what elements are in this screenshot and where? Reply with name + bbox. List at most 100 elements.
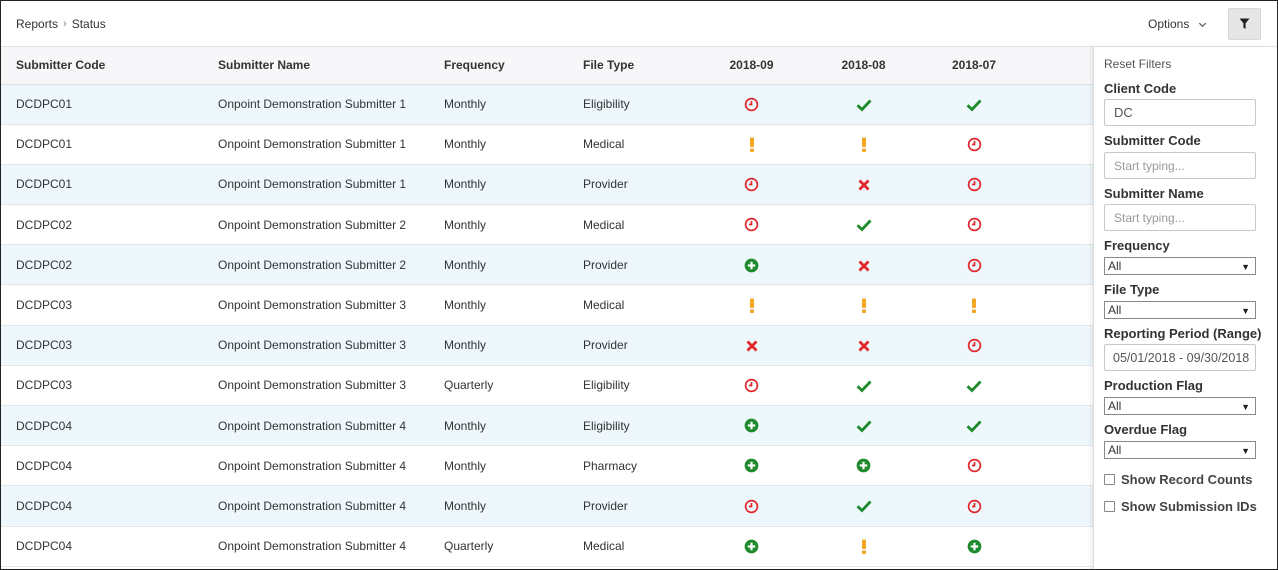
status-cell[interactable]: [917, 365, 1031, 407]
cell-file-type: Provider: [568, 325, 693, 366]
status-cell[interactable]: [1031, 325, 1093, 366]
status-cell[interactable]: [810, 325, 917, 366]
status-cell[interactable]: [810, 485, 917, 527]
status-cell[interactable]: [693, 405, 810, 447]
production-flag-select[interactable]: All ▼: [1104, 397, 1256, 415]
status-cell[interactable]: [1031, 204, 1093, 246]
table-row[interactable]: DCDPC01 Onpoint Demonstration Submitter 1…: [1, 84, 1093, 125]
table-row[interactable]: DCDPC04 Onpoint Demonstration Submitter 4…: [1, 485, 1093, 527]
show-record-counts-checkbox[interactable]: [1104, 474, 1115, 485]
status-cell[interactable]: [917, 325, 1031, 366]
table-row[interactable]: DCDPC02 Onpoint Demonstration Submitter 2…: [1, 204, 1093, 246]
status-cell[interactable]: [1031, 365, 1093, 407]
status-cell[interactable]: [917, 124, 1031, 165]
table-row[interactable]: DCDPC03 Onpoint Demonstration Submitter 3…: [1, 325, 1093, 366]
options-dropdown[interactable]: Options: [1148, 17, 1207, 31]
column-header[interactable]: 2018-09: [693, 47, 810, 85]
status-cell[interactable]: [917, 405, 1031, 447]
column-header[interactable]: Submitter Code: [1, 47, 203, 85]
status-cell[interactable]: [917, 445, 1031, 487]
status-cell[interactable]: [810, 84, 917, 125]
status-cell[interactable]: [917, 84, 1031, 125]
status-cell[interactable]: [810, 244, 917, 286]
column-header[interactable]: 2018-06: [1031, 47, 1093, 85]
cell-code: DCDPC04: [1, 445, 203, 487]
cell-code: DCDPC03: [1, 365, 203, 407]
status-cell[interactable]: [917, 485, 1031, 527]
reporting-period-input[interactable]: [1104, 344, 1256, 371]
reporting-period-label: Reporting Period (Range): [1104, 326, 1262, 341]
status-cell[interactable]: [810, 365, 917, 407]
cell-frequency: Monthly: [429, 204, 568, 246]
table-row[interactable]: DCDPC04 Onpoint Demonstration Submitter 4…: [1, 405, 1093, 447]
breadcrumb-separator: ›: [63, 18, 67, 30]
status-cell[interactable]: [810, 445, 917, 487]
status-cell[interactable]: [693, 365, 810, 407]
status-cell[interactable]: [693, 284, 810, 326]
show-submission-ids-label[interactable]: Show Submission IDs: [1121, 499, 1257, 514]
table-row[interactable]: DCDPC04 Onpoint Demonstration Submitter 4…: [1, 526, 1093, 567]
submitter-name-input[interactable]: [1104, 204, 1256, 231]
status-cell[interactable]: [810, 526, 917, 567]
status-cell[interactable]: [693, 244, 810, 286]
table-row[interactable]: DCDPC01 Onpoint Demonstration Submitter 1…: [1, 164, 1093, 206]
cell-frequency: Monthly: [429, 485, 568, 527]
status-cell[interactable]: [1031, 164, 1093, 206]
column-header[interactable]: 2018-07: [917, 47, 1031, 85]
overdue-flag-select[interactable]: All ▼: [1104, 441, 1256, 459]
column-header[interactable]: Submitter Name: [203, 47, 429, 85]
column-header[interactable]: Frequency: [429, 47, 568, 85]
column-header[interactable]: 2018-08: [810, 47, 917, 85]
status-cell[interactable]: [1031, 445, 1093, 487]
cell-name: Onpoint Demonstration Submitter 3: [203, 325, 429, 366]
frequency-select[interactable]: All ▼: [1104, 257, 1256, 275]
table-row[interactable]: DCDPC01 Onpoint Demonstration Submitter 1…: [1, 124, 1093, 165]
status-cell[interactable]: [693, 204, 810, 246]
status-cell[interactable]: [1031, 244, 1093, 286]
breadcrumb-reports[interactable]: Reports: [16, 17, 58, 31]
status-cell[interactable]: [1031, 405, 1093, 447]
status-cell[interactable]: [693, 485, 810, 527]
status-cell[interactable]: [810, 284, 917, 326]
status-cell[interactable]: [810, 204, 917, 246]
status-table-container[interactable]: Submitter Code Submitter Name Frequency Fil…: [1, 47, 1093, 569]
status-cell[interactable]: [693, 526, 810, 567]
status-cell[interactable]: [693, 124, 810, 165]
frequency-label: Frequency: [1104, 238, 1170, 253]
reset-filters-link[interactable]: Reset Filters: [1104, 57, 1171, 71]
status-cell[interactable]: [917, 284, 1031, 326]
check-icon: [966, 99, 982, 111]
status-cell[interactable]: [810, 124, 917, 165]
status-cell[interactable]: [810, 405, 917, 447]
status-cell[interactable]: [917, 526, 1031, 567]
status-cell[interactable]: [1031, 526, 1093, 567]
file-type-select[interactable]: All ▼: [1104, 301, 1256, 319]
status-cell[interactable]: [1031, 124, 1093, 165]
status-cell[interactable]: [693, 325, 810, 366]
status-cell[interactable]: [810, 164, 917, 206]
filter-toggle-button[interactable]: [1228, 8, 1261, 40]
cell-code: DCDPC01: [1, 164, 203, 206]
status-cell[interactable]: [917, 164, 1031, 206]
show-record-counts-label[interactable]: Show Record Counts: [1121, 472, 1252, 487]
client-code-input[interactable]: [1104, 99, 1256, 126]
table-row[interactable]: DCDPC03 Onpoint Demonstration Submitter 3…: [1, 284, 1093, 326]
status-cell[interactable]: [917, 244, 1031, 286]
status-cell[interactable]: [693, 84, 810, 125]
status-cell[interactable]: [1031, 284, 1093, 326]
submitter-code-input[interactable]: [1104, 152, 1256, 179]
show-submission-ids-checkbox[interactable]: [1104, 501, 1115, 512]
status-cell[interactable]: [693, 164, 810, 206]
status-cell[interactable]: [1031, 485, 1093, 527]
status-cell[interactable]: [917, 204, 1031, 246]
table-row[interactable]: DCDPC02 Onpoint Demonstration Submitter 2…: [1, 244, 1093, 286]
status-cell[interactable]: [693, 445, 810, 487]
table-row[interactable]: DCDPC03 Onpoint Demonstration Submitter 3…: [1, 365, 1093, 407]
cell-code: DCDPC03: [1, 325, 203, 366]
plus-circle-icon: [967, 539, 981, 554]
cell-name: Onpoint Demonstration Submitter 1: [203, 124, 429, 165]
check-icon: [856, 420, 872, 433]
column-header[interactable]: File Type: [568, 47, 693, 85]
status-cell[interactable]: [1031, 84, 1093, 125]
table-row[interactable]: DCDPC04 Onpoint Demonstration Submitter 4…: [1, 445, 1093, 487]
